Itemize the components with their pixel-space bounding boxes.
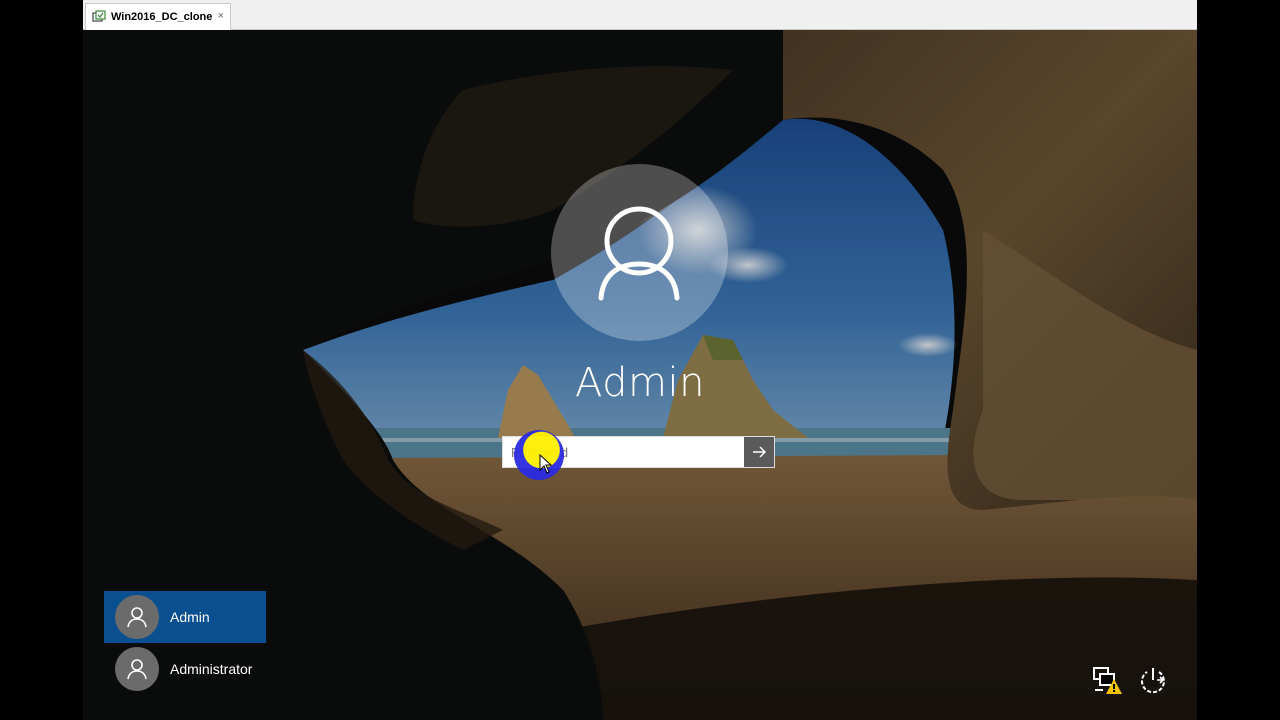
vm-screen[interactable]: Admin Admin Administrator: [83, 30, 1197, 720]
power-icon[interactable]: [1137, 664, 1169, 696]
mouse-pointer-icon: [539, 454, 553, 474]
letterbox-right: [1197, 0, 1280, 720]
user-name: Admin: [170, 609, 210, 625]
user-avatar-large: [551, 164, 728, 341]
user-name: Administrator: [170, 661, 253, 677]
tab-close-icon[interactable]: ×: [218, 10, 224, 22]
user-silhouette-icon: [127, 659, 147, 680]
submit-button[interactable]: [744, 437, 774, 467]
tab-vm[interactable]: Win2016_DC_clone ×: [85, 3, 231, 30]
tab-title: Win2016_DC_clone: [111, 11, 213, 23]
user-silhouette-icon: [127, 607, 147, 628]
user-switcher-list: Admin Administrator: [104, 591, 266, 695]
user-item-admin[interactable]: Admin: [104, 591, 266, 643]
login-username: Admin: [575, 360, 705, 406]
vm-icon: [92, 10, 106, 22]
system-tray: [1091, 664, 1169, 696]
letterbox-left: [0, 0, 83, 720]
vm-tab-bar: Win2016_DC_clone ×: [83, 0, 1197, 30]
avatar: [115, 595, 159, 639]
avatar: [115, 647, 159, 691]
user-silhouette-icon: [598, 206, 680, 301]
arrow-right-icon: [753, 446, 766, 458]
network-warning-icon[interactable]: [1091, 664, 1123, 696]
user-item-administrator[interactable]: Administrator: [104, 643, 266, 695]
